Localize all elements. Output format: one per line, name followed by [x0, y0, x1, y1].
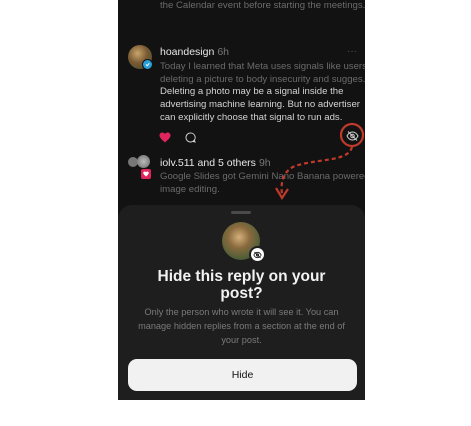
- sheet-description-line: manage hidden replies from a section at …: [138, 321, 345, 331]
- hide-reply-sheet: Hide this reply on your post? Only the p…: [118, 205, 365, 400]
- heart-badge-icon: [140, 168, 152, 180]
- comment-icon[interactable]: [185, 130, 196, 143]
- more-icon[interactable]: ···: [347, 46, 357, 57]
- reply-username[interactable]: hoandesign: [160, 46, 214, 58]
- sheet-drag-handle[interactable]: [231, 211, 251, 214]
- reply-text-line: can explicitly choose that signal to run…: [160, 112, 343, 123]
- hide-eye-icon[interactable]: [346, 129, 359, 141]
- next-post-username-row[interactable]: iolv.511 and 5 others 9h: [160, 157, 271, 169]
- reply-time: 6h: [217, 46, 229, 58]
- reply-username-row[interactable]: hoandesign 6h: [160, 46, 229, 58]
- avatar[interactable]: [137, 155, 150, 168]
- next-post-text-line: image editing.: [160, 184, 220, 195]
- sheet-description-line: Only the person who wrote it will see it…: [144, 307, 339, 317]
- sheet-title-line: post?: [220, 285, 263, 302]
- phone-screen: the Calendar event before starting the m…: [118, 0, 365, 400]
- blue-badge-icon: [142, 59, 153, 70]
- hide-button[interactable]: Hide: [128, 359, 357, 391]
- sheet-title-line: Hide this reply on your: [157, 268, 326, 285]
- previous-post-text: the Calendar event before starting the m…: [160, 0, 365, 11]
- sheet-description-line: your post.: [221, 335, 262, 345]
- sheet-title: Hide this reply on your post?: [118, 268, 365, 302]
- hidden-eye-badge-icon: [249, 246, 266, 263]
- sheet-description: Only the person who wrote it will see it…: [136, 305, 347, 347]
- next-post-time: 9h: [258, 157, 271, 169]
- next-post-username[interactable]: iolv.511 and 5 others: [160, 157, 256, 169]
- like-heart-icon[interactable]: [159, 130, 171, 143]
